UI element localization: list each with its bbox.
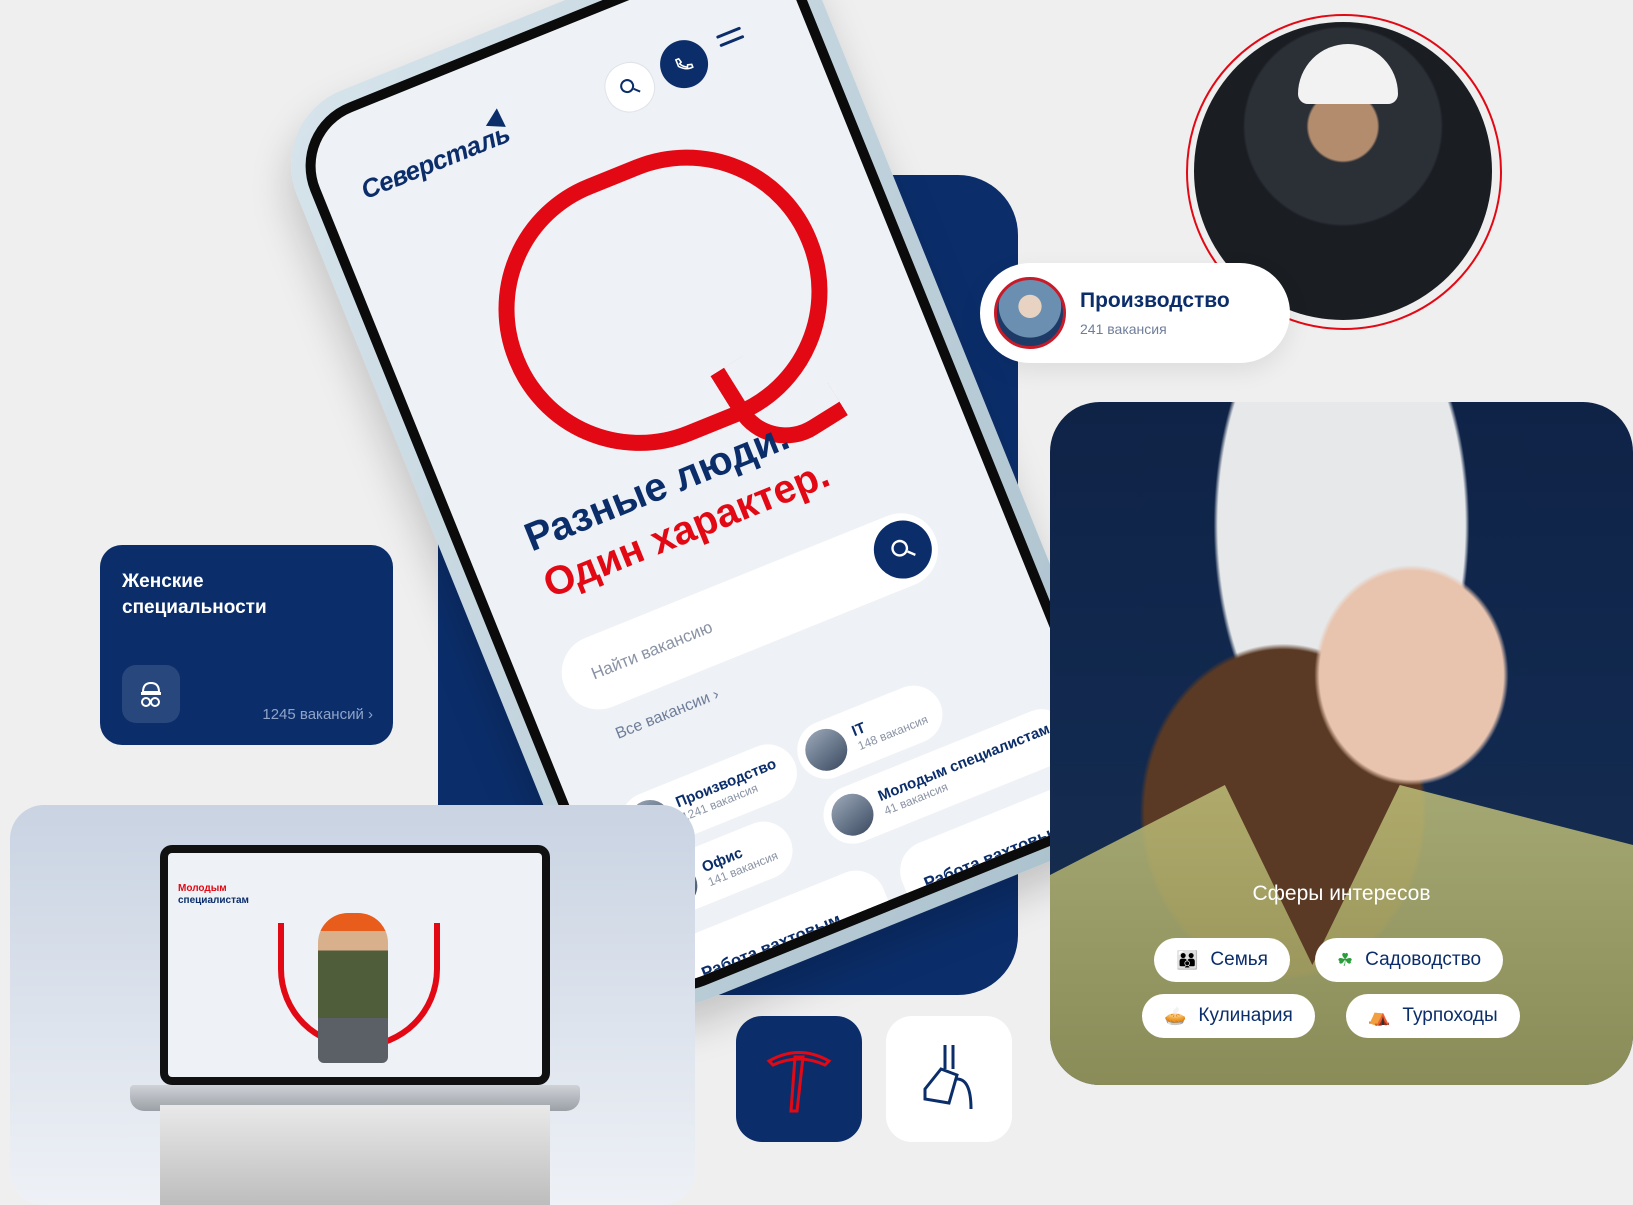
interest-label: Семья [1210,949,1268,970]
safety-vest-graphic [1050,785,1633,1085]
avatar [798,722,854,778]
women-specialities-card[interactable]: Женские специальности 1245 вакансий › [100,545,393,745]
avatar [994,277,1066,349]
pickaxe-icon [766,1051,832,1113]
phone-icon [674,57,694,70]
clover-icon: ☘ [1337,949,1354,970]
woman-worker-icon [122,665,180,723]
search-icon [891,539,916,557]
interest-label: Кулинария [1198,1005,1293,1026]
search-submit-button[interactable] [865,511,941,588]
laptop-mockup-card: Молодым специалистам [10,805,695,1205]
laptop-screen: Молодым специалистам [160,845,550,1085]
vacancy-count-link[interactable]: 1245 вакансий › [262,706,373,723]
pickaxe-app-icon[interactable] [736,1016,862,1142]
interest-gardening[interactable]: ☘ Садоводство [1315,938,1504,982]
interest-cooking[interactable]: 🥧 Кулинария [1142,994,1315,1038]
severstal-logo[interactable]: Северсталь [357,118,515,206]
laptop-title-blue: специалистам [178,895,249,906]
interests-title: Сферы интересов [1252,882,1431,905]
metal-ladle-icon [923,1045,973,1110]
helmet-graphic [1298,44,1398,104]
pie-icon: 🥧 [1164,1005,1187,1026]
header-search-button[interactable] [597,54,663,120]
pill-title: Производство [1080,289,1230,312]
pill-count: 241 вакансия [1080,321,1167,337]
card-title: Женские специальности [122,571,267,618]
production-category-pill[interactable]: Производство 241 вакансия [980,263,1290,363]
avatar [825,787,880,843]
search-icon [620,79,641,94]
laptop-title-red: Молодым [178,883,227,894]
tent-icon: ⛺ [1368,1005,1391,1026]
young-specialist-photo [318,913,388,1063]
interests-photo-card: Сферы интересов 👪 Семья ☘ Садоводство 🥧 Кул… [1050,402,1633,1085]
laptop-page: Молодым специалистам [168,853,542,1077]
hamburger-menu-icon[interactable] [715,26,747,52]
family-icon: 👪 [1176,949,1199,970]
ladle-app-icon[interactable] [886,1016,1012,1142]
interest-label: Садоводство [1365,949,1482,970]
logo-mark-icon [485,107,507,127]
interest-label: Турпоходы [1402,1005,1498,1026]
interest-family[interactable]: 👪 Семья [1154,938,1290,982]
interest-hiking[interactable]: ⛺ Турпоходы [1346,994,1520,1038]
stone-pedestal [160,1105,550,1205]
header-call-button[interactable] [652,32,716,96]
search-placeholder: Найти вакансию [588,617,716,684]
